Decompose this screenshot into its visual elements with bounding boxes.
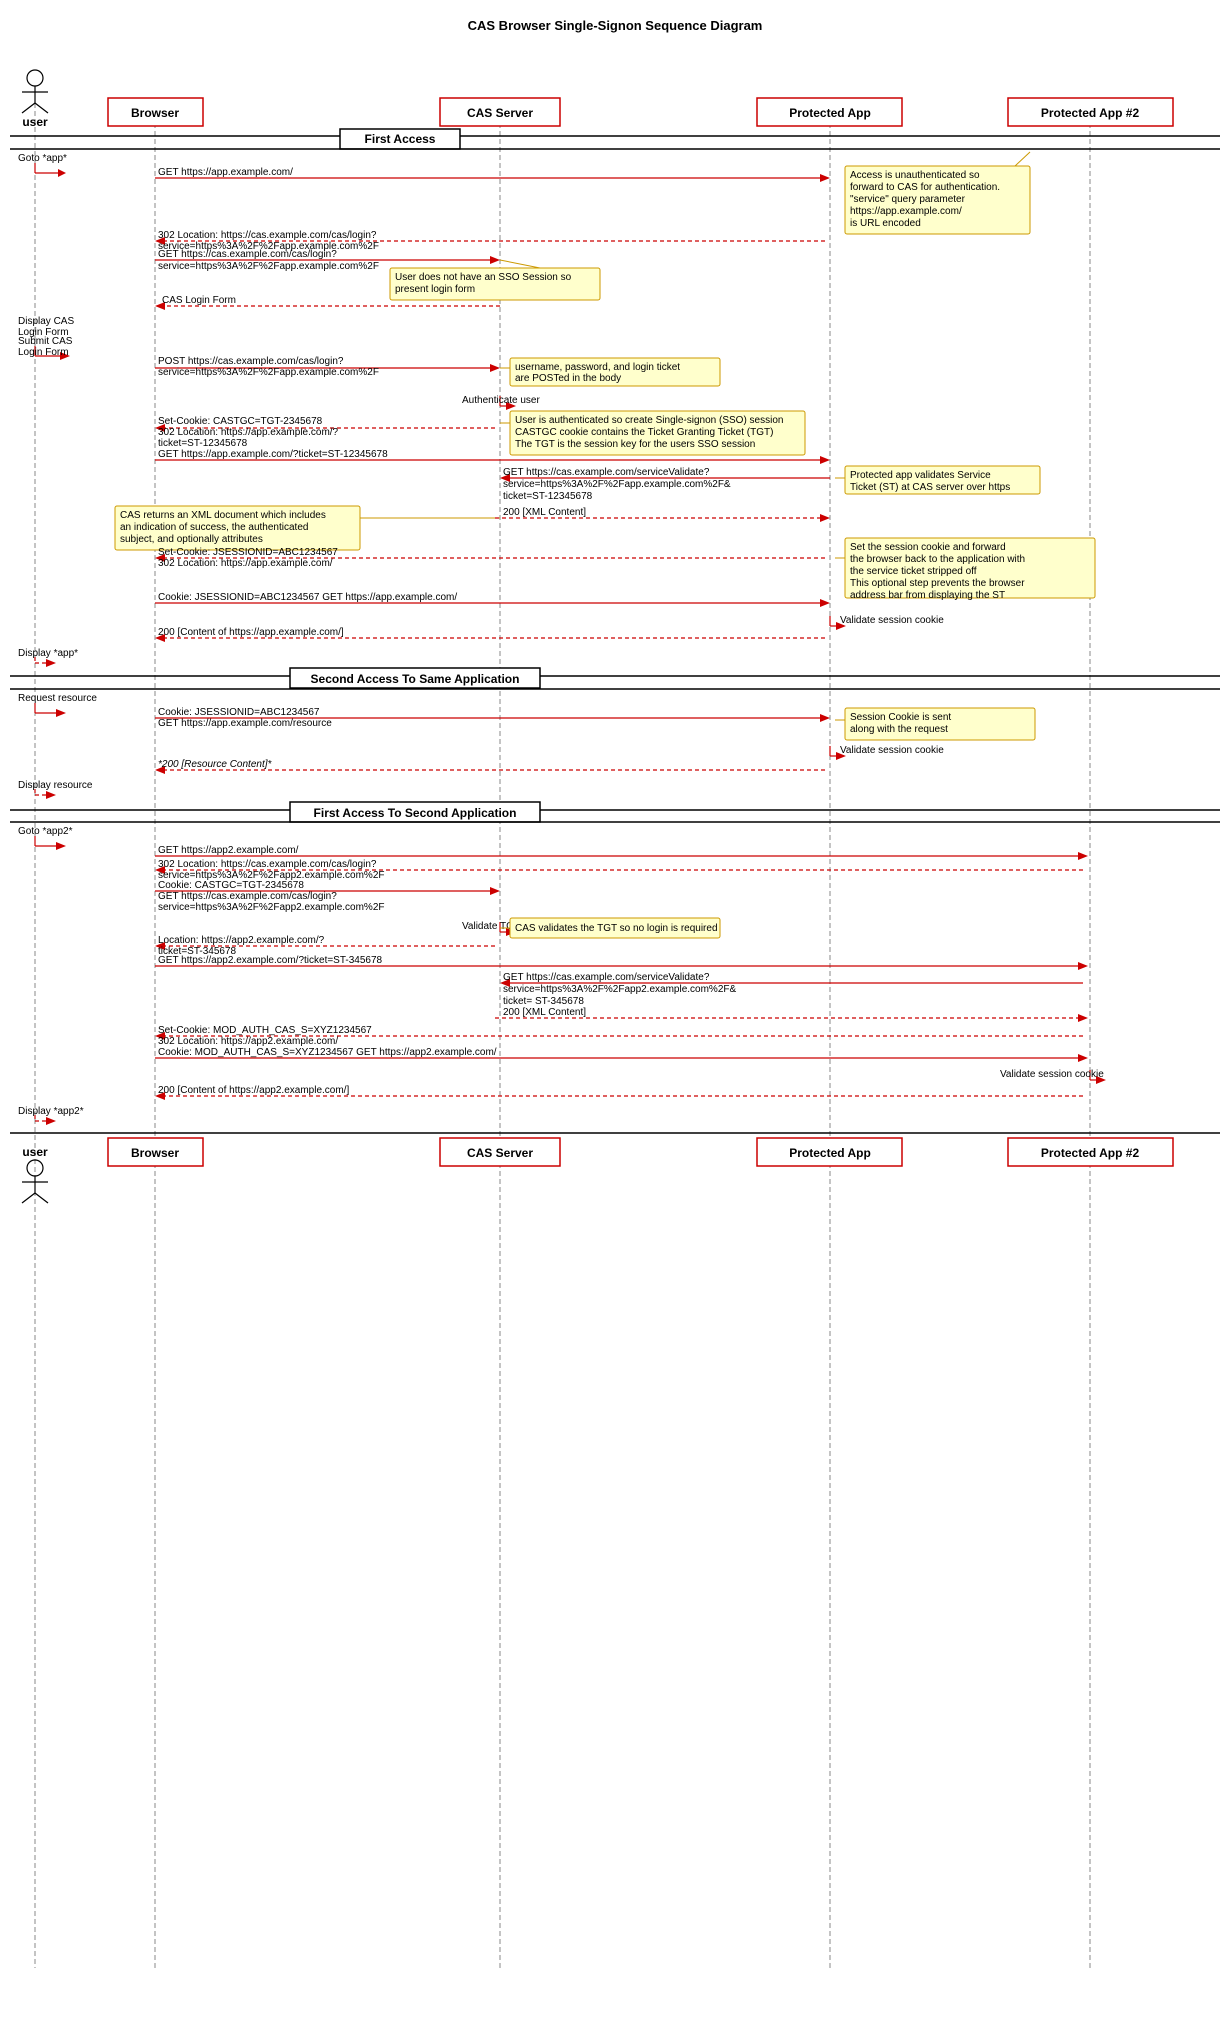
note-no-sso: User does not have an SSO Session so [395,272,572,283]
get-app2-ticket: GET https://app2.example.com/?ticket=ST-… [158,955,383,966]
cas-server-label-top: CAS Server [467,106,533,120]
svg-text:forward to CAS for authenticat: forward to CAS for authentication. [850,182,1000,193]
svg-text:service=https%3A%2F%2Fapp2.exa: service=https%3A%2F%2Fapp2.example.com%2… [158,902,385,913]
svg-text:Login Form: Login Form [18,347,69,358]
cookie-jsession-get: Cookie: JSESSIONID=ABC1234567 GET https:… [158,592,457,603]
svg-area: user Browser CAS Server Protected App Pr… [0,48,1230,2031]
note-cas-validates-tgt: CAS validates the TGT so no login is req… [515,923,718,934]
cookie-jsession-resource: Cookie: JSESSIONID=ABC1234567 [158,707,320,718]
note-session-cookie-sent: Session Cookie is sent [850,712,951,723]
request-resource-label: Request resource [18,693,97,704]
section3-label: First Access To Second Application [314,806,517,820]
note-cas-xml: CAS returns an XML document which includ… [120,510,326,521]
section2-label: Second Access To Same Application [311,672,520,686]
svg-text:302 Location: https://app.exam: 302 Location: https://app.example.com/ [158,558,333,569]
validate-session-cookie-msg: Validate session cookie [840,615,944,626]
protected-app2-label-bottom: Protected App #2 [1041,1146,1140,1160]
get-service-validate-msg: GET https://cas.example.com/serviceValid… [503,467,710,478]
authenticate-user-msg: Authenticate user [462,395,540,406]
validate-session-cookie3: Validate session cookie [1000,1069,1104,1080]
svg-text:the browser back to the applic: the browser back to the application with [850,554,1025,565]
display-app2-label: Display *app2* [18,1106,84,1117]
resource-content-msg: *200 [Resource Content]* [158,759,273,770]
svg-text:Ticket (ST) at CAS server over: Ticket (ST) at CAS server over https [850,482,1010,493]
content200-msg: 200 [Content of https://app.example.com/… [158,627,344,638]
get-app-ticket-msg: GET https://app.example.com/?ticket=ST-1… [158,449,388,460]
goto-app2-label: Goto *app2* [18,826,73,837]
get-app2-msg: GET https://app2.example.com/ [158,845,299,856]
xml-content200-app2: 200 [XML Content] [503,1007,586,1018]
display-app-label: Display *app* [18,648,78,659]
redirect302-msg: 302 Location: https://cas.example.com/ca… [158,230,377,241]
redirect302-app2: 302 Location: https://cas.example.com/ca… [158,859,377,870]
svg-text:"service" query parameter: "service" query parameter [850,194,966,205]
xml-content-200: 200 [XML Content] [503,507,586,518]
svg-text:ticket=ST-12345678: ticket=ST-12345678 [158,438,248,449]
cookie-mod-auth-get: Cookie: MOD_AUTH_CAS_S=XYZ1234567 GET ht… [158,1047,497,1058]
diagram-title: CAS Browser Single-Signon Sequence Diagr… [0,10,1230,33]
svg-text:service=https%3A%2F%2Fapp.exam: service=https%3A%2F%2Fapp.example.com%2F [158,367,379,378]
submit-cas-form: Submit CAS [18,336,73,347]
protected-app-label-top: Protected App [789,106,871,120]
note-unauthenticated: Access is unauthenticated so [850,170,980,181]
note-set-session-cookie: Set the session cookie and forward [850,542,1006,553]
svg-text:the service ticket stripped of: the service ticket stripped off [850,566,977,577]
svg-text:ticket=ST-12345678: ticket=ST-12345678 [503,491,593,502]
note-sso-created: User is authenticated so create Single-s… [515,415,783,426]
protected-app2-label-top: Protected App #2 [1041,106,1140,120]
svg-text:This optional step prevents th: This optional step prevents the browser [850,578,1025,589]
svg-text:https://app.example.com/: https://app.example.com/ [850,206,962,217]
user-label-top: user [22,115,48,129]
set-cookie-jsession: Set-Cookie: JSESSIONID=ABC1234567 [158,547,338,558]
svg-text:along with the request: along with the request [850,724,948,735]
protected-app-label-bottom: Protected App [789,1146,871,1160]
display-resource-label: Display resource [18,780,93,791]
svg-text:302 Location: https://app.exam: 302 Location: https://app.example.com/? [158,427,339,438]
section1-label: First Access [365,132,436,146]
cas-login-form-msg: CAS Login Form [162,295,236,306]
svg-text:ticket= ST-345678: ticket= ST-345678 [503,996,584,1007]
content200-app2: 200 [Content of https://app2.example.com… [158,1085,349,1096]
svg-text:The TGT is the session key for: The TGT is the session key for the users… [515,439,755,450]
browser-label-bottom: Browser [131,1146,179,1160]
validate-session-cookie2: Validate session cookie [840,745,944,756]
get-cas-login-msg: GET https://cas.example.com/cas/login? [158,249,337,260]
svg-text:GET https://app.example.com/re: GET https://app.example.com/resource [158,718,332,729]
svg-text:address bar from displaying th: address bar from displaying the ST [850,590,1005,601]
post-cas-login-msg: POST https://cas.example.com/cas/login? [158,356,344,367]
get-service-validate2-msg: GET https://cas.example.com/serviceValid… [503,972,710,983]
svg-text:GET https://cas.example.com/ca: GET https://cas.example.com/cas/login? [158,891,337,902]
svg-text:CASTGC cookie contains the Tic: CASTGC cookie contains the Ticket Granti… [515,427,773,438]
svg-text:an indication of success, the: an indication of success, the authentica… [120,522,308,533]
cookie-castgc-get-app2: Cookie: CASTGC=TGT-2345678 [158,880,304,891]
svg-text:service=https%3A%2F%2Fapp.exam: service=https%3A%2F%2Fapp.example.com%2F [158,261,379,272]
get-app-msg: GET https://app.example.com/ [158,167,293,178]
svg-text:subject, and optionally attrib: subject, and optionally attributes [120,534,263,545]
location-app2-ticket: Location: https://app2.example.com/? [158,935,325,946]
note-protected-validates: Protected app validates Service [850,470,991,481]
svg-text:are POSTed in the body: are POSTed in the body [515,373,621,384]
diagram-container: CAS Browser Single-Signon Sequence Diagr… [0,0,1230,2041]
svg-text:service=https%3A%2F%2Fapp2.exa: service=https%3A%2F%2Fapp2.example.com%2… [503,984,736,995]
svg-text:302 Location: https://app2.exa: 302 Location: https://app2.example.com/ [158,1036,338,1047]
user-label-bottom: user [22,1145,48,1159]
cas-server-label-bottom: CAS Server [467,1146,533,1160]
goto-app-label: Goto *app* [18,153,67,164]
svg-text:service=https%3A%2F%2Fapp.exam: service=https%3A%2F%2Fapp.example.com%2F… [503,479,731,490]
set-cookie-castgc: Set-Cookie: CASTGC=TGT-2345678 [158,416,323,427]
svg-text:is URL encoded: is URL encoded [850,218,921,229]
set-cookie-mod-auth: Set-Cookie: MOD_AUTH_CAS_S=XYZ1234567 [158,1025,372,1036]
browser-label-top: Browser [131,106,179,120]
svg-text:present login form: present login form [395,284,475,295]
note-credentials: username, password, and login ticket [515,362,680,373]
display-cas-login-form: Display CAS [18,316,74,327]
